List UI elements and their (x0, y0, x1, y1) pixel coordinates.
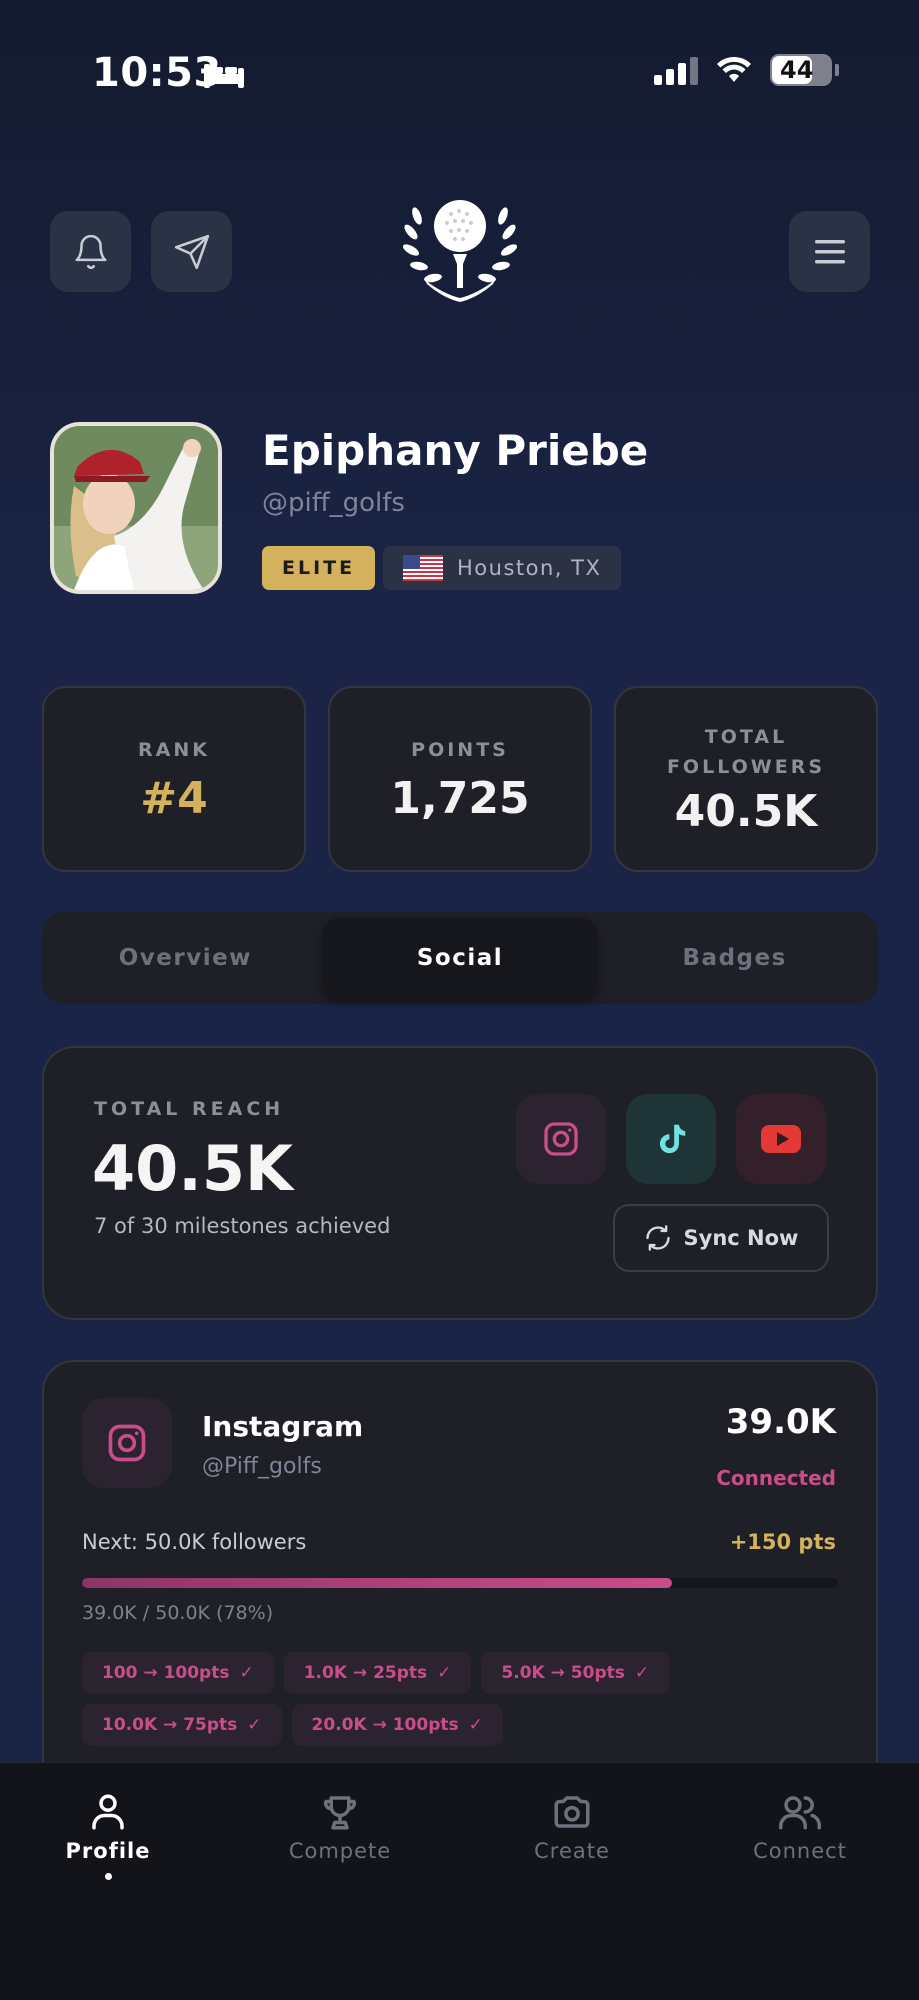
tiktok-platform-button[interactable] (626, 1094, 716, 1184)
stat-label: TOTAL (704, 725, 788, 748)
bell-icon (74, 234, 107, 269)
progress-fill (82, 1578, 672, 1588)
avatar[interactable] (50, 422, 222, 594)
check-icon: ✓ (437, 1663, 452, 1683)
milestone-chip: 1.0K → 25pts ✓ (283, 1652, 472, 1694)
check-icon: ✓ (239, 1663, 254, 1683)
youtube-icon (761, 1125, 801, 1153)
reach-label: TOTAL REACH (94, 1098, 285, 1120)
stat-value: #4 (140, 772, 208, 824)
instagram-logo (82, 1398, 172, 1488)
user-icon (92, 1794, 124, 1830)
progress-text: 39.0K / 50.0K (78%) (82, 1602, 274, 1624)
trophy-icon (323, 1796, 357, 1830)
stat-card-rank: RANK #4 (42, 686, 306, 872)
notifications-button[interactable] (50, 211, 131, 292)
youtube-platform-button[interactable] (736, 1094, 826, 1184)
milestone-chips: 100 → 100pts ✓ 1.0K → 25pts ✓ 5.0K → 50pts… (82, 1652, 842, 1746)
milestones-summary: 7 of 30 milestones achieved (94, 1214, 391, 1238)
location-badge: Houston, TX (383, 546, 622, 590)
hamburger-icon (814, 239, 845, 263)
milestone-chip: 20.0K → 100pts ✓ (291, 1704, 503, 1746)
nav-connect[interactable]: Connect (700, 1791, 900, 1863)
stat-label: POINTS (411, 738, 509, 761)
stat-value: 40.5K (674, 785, 818, 837)
next-milestone: Next: 50.0K followers (82, 1530, 307, 1554)
cellular-signal-icon (654, 55, 698, 85)
check-icon: ✓ (247, 1715, 262, 1735)
menu-button[interactable] (789, 211, 870, 292)
tab-overview[interactable]: Overview (48, 918, 323, 998)
bed-icon (204, 64, 244, 88)
us-flag-icon (403, 555, 443, 581)
profile-name: Epiphany Priebe (262, 426, 649, 475)
bottom-nav: Profile Compete Create Connect (0, 1762, 919, 2000)
instagram-platform-button[interactable] (516, 1094, 606, 1184)
stat-label: RANK (138, 738, 210, 761)
nav-profile[interactable]: Profile (8, 1791, 208, 1880)
nav-label: Compete (288, 1839, 392, 1863)
check-icon: ✓ (634, 1663, 650, 1683)
battery-level: 44 (780, 56, 814, 84)
nav-compete[interactable]: Compete (240, 1791, 440, 1863)
profile-handle: @piff_golfs (262, 488, 405, 518)
tier-badge: ELITE (262, 546, 376, 590)
next-milestone-points: +150 pts (729, 1530, 836, 1554)
stat-value: 1,725 (390, 772, 530, 824)
sync-now-button[interactable]: Sync Now (613, 1204, 829, 1272)
nav-create[interactable]: Create (472, 1791, 672, 1863)
avatar-photo (54, 426, 218, 590)
total-reach-card: TOTAL REACH 40.5K 7 of 30 milestones ach… (42, 1046, 878, 1320)
profile-tabs: Overview Social Badges (42, 912, 878, 1004)
location-text: Houston, TX (457, 556, 602, 580)
camera-icon (554, 1796, 590, 1828)
follower-count: 39.0K (725, 1402, 836, 1442)
sync-now-label: Sync Now (683, 1226, 799, 1250)
refresh-icon (645, 1225, 670, 1251)
milestone-chip: 10.0K → 75pts ✓ (82, 1704, 282, 1746)
stat-card-points: POINTS 1,725 (328, 686, 592, 872)
platform-name: Instagram (202, 1410, 364, 1443)
check-icon: ✓ (468, 1715, 483, 1735)
stat-label: FOLLOWERS (666, 755, 826, 778)
reach-value: 40.5K (92, 1132, 294, 1205)
tiktok-icon (659, 1124, 686, 1154)
send-icon (174, 234, 209, 269)
active-indicator (104, 1873, 112, 1880)
messages-button[interactable] (151, 211, 232, 292)
tab-social[interactable]: Social (322, 918, 598, 998)
nav-label: Profile (65, 1839, 151, 1863)
nav-label: Create (534, 1839, 610, 1863)
milestone-progress-bar (82, 1578, 838, 1588)
instagram-icon (544, 1122, 578, 1156)
users-icon (779, 1796, 821, 1830)
golf-laurel-logo (402, 200, 518, 302)
platform-handle: @Piff_golfs (202, 1454, 322, 1479)
wifi-icon (717, 56, 751, 82)
status-indicators: 44 (654, 54, 839, 86)
stat-card-followers: TOTAL FOLLOWERS 40.5K (614, 686, 878, 872)
milestone-chip: 5.0K → 50pts ✓ (481, 1652, 670, 1694)
milestone-chip: 100 → 100pts ✓ (82, 1652, 274, 1694)
nav-label: Connect (753, 1839, 847, 1863)
tab-badges[interactable]: Badges (597, 918, 872, 998)
instagram-icon (108, 1424, 146, 1462)
connection-status: Connected (716, 1466, 836, 1490)
battery-indicator: 44 (770, 54, 839, 86)
